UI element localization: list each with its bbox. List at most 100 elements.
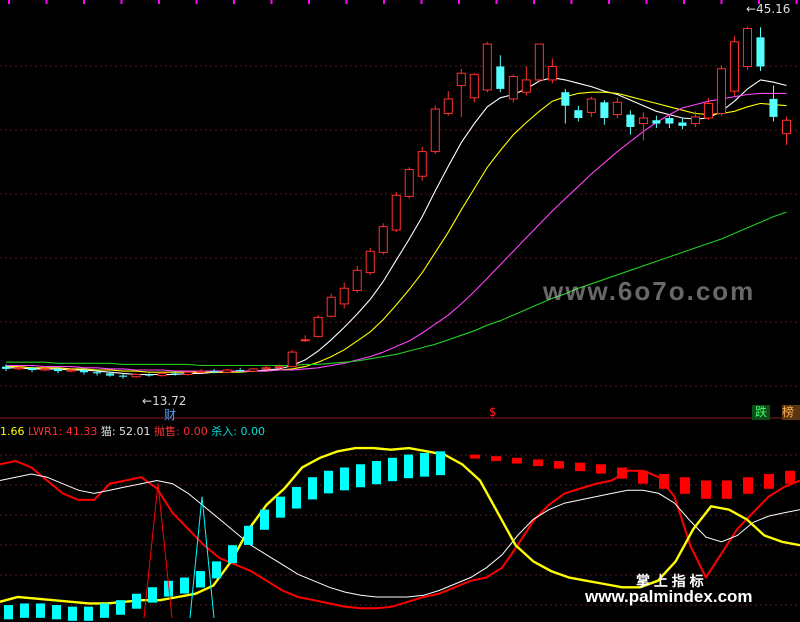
- top-tick: [308, 0, 310, 4]
- candle-body-up: [534, 43, 544, 81]
- candle-body-up: [521, 79, 531, 93]
- candle-body-up: [66, 369, 76, 372]
- indicator-bar-cyan: [404, 454, 413, 479]
- candle-body-up: [417, 151, 427, 177]
- top-tick: [383, 0, 385, 4]
- candle-body-down: [496, 66, 505, 89]
- indicator-bar-cyan: [372, 461, 381, 485]
- price-high-label: ←45.16: [746, 2, 790, 16]
- indicator-bar-red: [743, 477, 753, 494]
- candle-body-down: [236, 370, 245, 372]
- candle-body-up: [222, 369, 232, 373]
- indicator-legend: 1.66 LWR1: 41.33 猫: 52.01 抛售: 0.00 杀入: 0…: [0, 423, 265, 439]
- indicator-bar-cyan: [292, 486, 301, 509]
- candle-body-down: [106, 373, 115, 376]
- candle-body-up: [196, 370, 206, 373]
- chart-canvas: [0, 0, 800, 621]
- top-tick: [720, 0, 723, 4]
- indicator-bar-cyan: [436, 451, 445, 476]
- candle-body-down: [574, 110, 583, 118]
- candle-body-up: [339, 287, 349, 305]
- candle-body-up: [469, 73, 479, 99]
- candle-body-up: [14, 367, 24, 370]
- indicator-bar-cyan: [132, 593, 141, 609]
- top-tick: [45, 0, 48, 4]
- indicator-bar-cyan: [196, 571, 205, 588]
- indicator-bar-red: [533, 459, 543, 467]
- candle-body-down: [665, 118, 674, 124]
- indicator-bar-cyan: [84, 606, 93, 621]
- indicator-bar-cyan: [52, 605, 61, 620]
- indicator-bar-cyan: [340, 467, 349, 491]
- candle-body-down: [769, 98, 778, 117]
- candle-body-up: [586, 98, 596, 113]
- legend-mao: 猫: 52.01: [100, 425, 151, 438]
- candle-body-up: [378, 226, 388, 253]
- legend-paoshou: 抛售: 0.00: [154, 425, 208, 438]
- candle-body-up: [183, 371, 193, 375]
- indicator-bar-cyan: [308, 477, 317, 500]
- candle-body-up: [482, 43, 492, 91]
- top-tick: [458, 0, 460, 4]
- indicator-bar-cyan: [212, 561, 221, 579]
- top-tick: [270, 0, 273, 4]
- candle-body-up: [456, 72, 466, 87]
- candle-body-down: [756, 37, 765, 67]
- candle-body-down: [80, 370, 89, 373]
- candle-body-up: [703, 102, 713, 119]
- indicator-bar-red: [491, 456, 501, 462]
- indicator-bar-cyan: [324, 470, 333, 494]
- candle-body-down: [27, 367, 37, 370]
- candle-body-down: [678, 122, 687, 126]
- indicator-bar-cyan: [20, 603, 29, 618]
- candle-body-down: [210, 371, 219, 373]
- indicator-bar-cyan: [100, 603, 109, 618]
- top-tick: [120, 0, 123, 4]
- indicator-bar-cyan: [356, 464, 365, 488]
- candle-body-down: [54, 368, 63, 372]
- top-tick: [195, 0, 198, 4]
- top-tick: [608, 0, 610, 4]
- indicator-bar-cyan: [36, 603, 45, 618]
- indicator-bar-red: [680, 477, 690, 494]
- top-tick: [345, 0, 348, 4]
- candle-body-up: [612, 101, 622, 116]
- indicator-bar-cyan: [388, 457, 397, 482]
- indicator-bar-red: [701, 480, 711, 499]
- candle-body-up: [40, 368, 50, 371]
- legend-item1: 1.66: [0, 425, 25, 438]
- badge-bang[interactable]: 榜: [782, 405, 800, 420]
- candle-body-up: [742, 27, 752, 67]
- watermark-top: www.6o7o.com: [543, 276, 756, 306]
- top-tick: [420, 0, 423, 4]
- indicator-bar-cyan: [276, 496, 285, 518]
- high-arrow: ←: [746, 2, 757, 16]
- indicator-bar-red: [785, 470, 795, 484]
- badge-die[interactable]: 跌: [752, 405, 770, 420]
- indicator-bar-red: [617, 467, 627, 479]
- candle-body-up: [404, 169, 414, 197]
- candle-body-up: [352, 269, 362, 291]
- candle-body-up: [157, 372, 167, 377]
- top-tick: [83, 0, 85, 4]
- candle-body-up: [391, 194, 401, 231]
- indicator-bar-cyan: [180, 577, 189, 594]
- indicator-bar-red: [764, 473, 774, 489]
- marker-cai: 财: [164, 408, 177, 422]
- top-tick: [570, 0, 573, 4]
- candle-body-up: [365, 250, 375, 274]
- top-tick: [645, 0, 648, 4]
- watermark-bottom: www.palmindex.com: [585, 587, 753, 606]
- legend-sharu: 杀入: 0.00: [211, 425, 265, 438]
- indicator-bar-red: [596, 464, 606, 474]
- candle-body-down: [145, 374, 154, 376]
- candle-body-up: [547, 65, 557, 81]
- candle-body-down: [93, 372, 102, 374]
- indicator-bar-red: [470, 454, 480, 459]
- indicator-bar-red: [575, 462, 585, 472]
- indicator-bar-red: [638, 470, 648, 484]
- low-arrow: ←: [142, 394, 153, 408]
- indicator-bar-cyan: [244, 525, 253, 545]
- candle-body-down: [1, 366, 11, 369]
- indicator-bar-cyan: [148, 587, 157, 603]
